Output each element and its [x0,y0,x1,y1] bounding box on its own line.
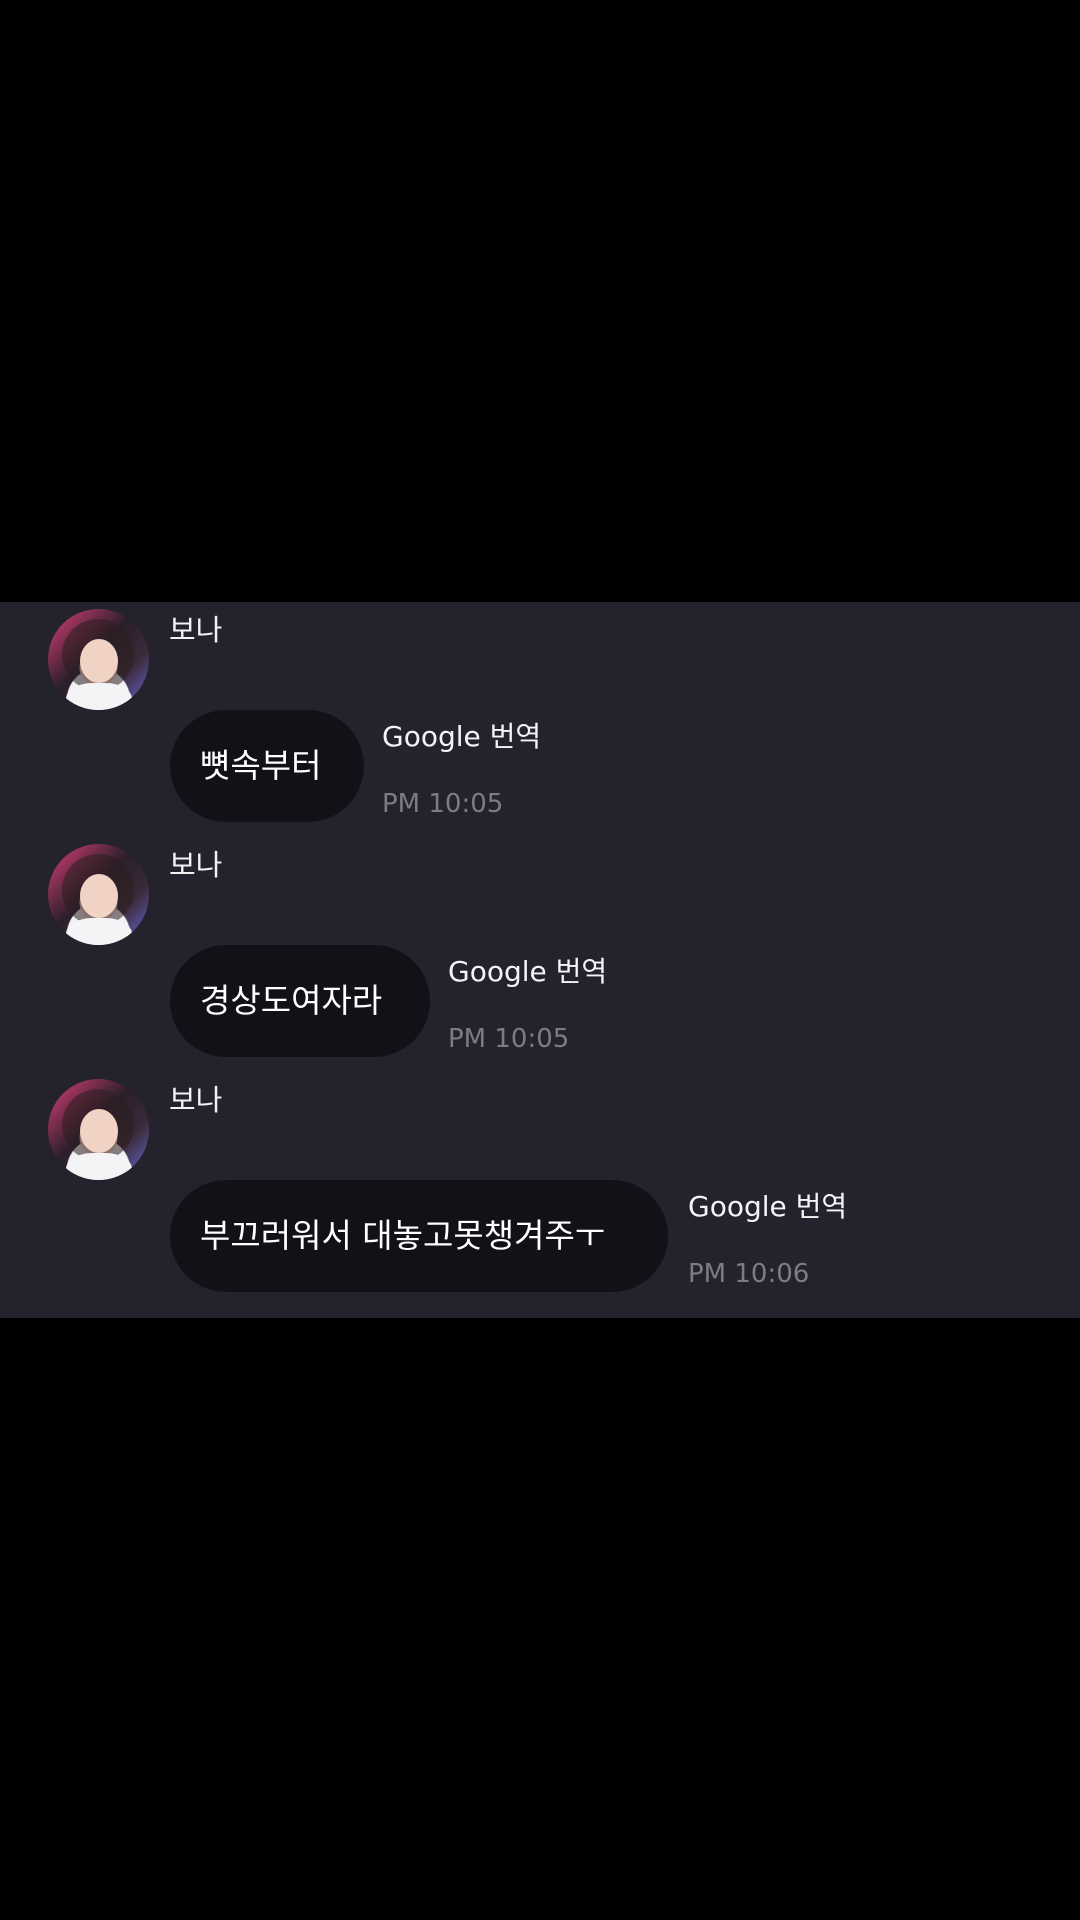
chat-message: 보나 경상도여자라 Google 번역 PM 10:05 [0,837,1080,1072]
avatar-shirt [66,1153,132,1180]
sender-name[interactable]: 보나 [169,851,222,880]
message-timestamp: PM 10:06 [688,1259,810,1289]
avatar-face [80,1109,118,1153]
sender-name[interactable]: 보나 [169,1086,222,1115]
google-translate-link[interactable]: Google 번역 [688,1193,847,1221]
sender-name[interactable]: 보나 [169,616,222,645]
avatar-face [80,639,118,683]
chat-message: 보나 뼛속부터 Google 번역 PM 10:05 [0,602,1080,837]
message-timestamp: PM 10:05 [448,1024,570,1054]
screen: 보나 뼛속부터 Google 번역 PM 10:05 보나 경상도여자라 Goo… [0,0,1080,1920]
message-bubble[interactable]: 경상도여자라 [170,945,430,1057]
avatar[interactable] [48,844,149,945]
avatar-shirt [66,918,132,945]
avatar[interactable] [48,1079,149,1180]
message-bubble[interactable]: 부끄러워서 대놓고못챙겨주ㅜ [170,1180,668,1292]
chat-message-list[interactable]: 보나 뼛속부터 Google 번역 PM 10:05 보나 경상도여자라 Goo… [0,602,1080,1318]
avatar-shirt [66,683,132,710]
message-bubble[interactable]: 뼛속부터 [170,710,364,822]
message-timestamp: PM 10:05 [382,789,504,819]
avatar-face [80,874,118,918]
avatar[interactable] [48,609,149,710]
google-translate-link[interactable]: Google 번역 [448,958,607,986]
chat-message: 보나 부끄러워서 대놓고못챙겨주ㅜ Google 번역 PM 10:06 [0,1072,1080,1307]
google-translate-link[interactable]: Google 번역 [382,723,541,751]
